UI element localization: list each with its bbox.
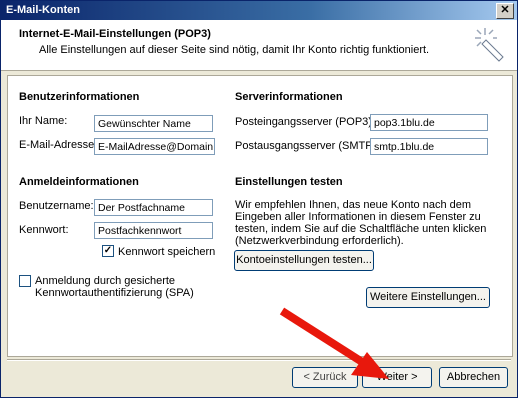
test-account-button[interactable]: Kontoeinstellungen testen... [234,250,374,271]
smtp-label: Postausgangsserver (SMTP): [235,140,380,152]
dialog-window: E-Mail-Konten ✕ Internet-E-Mail-Einstell… [0,0,518,398]
title-bar: E-Mail-Konten ✕ [1,1,517,20]
login-info-heading: Anmeldeinformationen [19,176,139,188]
pop3-label: Posteingangsserver (POP3): [235,116,376,128]
more-settings-button[interactable]: Weitere Einstellungen... [366,287,490,308]
email-label: E-Mail-Adresse: [19,139,98,151]
save-password-checkbox[interactable]: ✓ [102,245,114,257]
test-settings-heading: Einstellungen testen [235,176,343,188]
password-input[interactable]: Postfachkennwort [94,222,213,239]
server-info-heading: Serverinformationen [235,91,343,103]
name-input[interactable]: Gewünschter Name [94,115,213,132]
test-settings-text: Wir empfehlen Ihnen, das neue Konto nach… [235,199,507,247]
page-subtitle: Alle Einstellungen auf dieser Seite sind… [39,44,430,56]
email-input[interactable]: E-MailAdresse@Domain.de [94,138,215,155]
name-label: Ihr Name: [19,115,68,127]
spa-label-line-1: Anmeldung durch gesicherte [35,275,176,287]
checkmark-icon: ✓ [103,245,113,256]
save-password-label: Kennwort speichern [118,246,216,258]
window-title: E-Mail-Konten [6,4,80,16]
wizard-wand-icon [475,28,504,62]
password-label: Kennwort: [19,224,69,236]
spa-checkbox[interactable] [19,275,31,287]
test-settings-text-line-3: testen, indem Sie auf die Schaltfläche u… [235,223,487,235]
page-title: Internet-E-Mail-Einstellungen (POP3) [19,28,211,40]
cancel-button[interactable]: Abbrechen [439,367,508,388]
close-icon: ✕ [500,4,510,16]
close-button[interactable]: ✕ [496,3,514,19]
smtp-input[interactable]: smtp.1blu.de [370,138,488,155]
test-settings-text-line-2: Eingeben aller Informationen in diesem F… [235,211,481,223]
back-button[interactable]: < Zurück [292,367,358,388]
pop3-input[interactable]: pop3.1blu.de [370,114,488,131]
test-settings-text-line-4: (Netzwerkverbindung erforderlich). [235,235,404,247]
page-header: Internet-E-Mail-Einstellungen (POP3) All… [1,20,517,71]
footer-divider [7,359,511,361]
settings-panel: Benutzerinformationen Ihr Name: Gewünsch… [7,75,513,357]
username-input[interactable]: Der Postfachname [94,199,213,216]
next-button[interactable]: Weiter > [362,367,432,388]
spa-label-line-2: Kennwortauthentifizierung (SPA) [35,287,194,299]
user-info-heading: Benutzerinformationen [19,91,140,103]
spa-label: Anmeldung durch gesicherte Kennwortauthe… [35,275,194,299]
test-settings-text-line-1: Wir empfehlen Ihnen, das neue Konto nach… [235,199,472,211]
username-label: Benutzername: [19,200,94,212]
